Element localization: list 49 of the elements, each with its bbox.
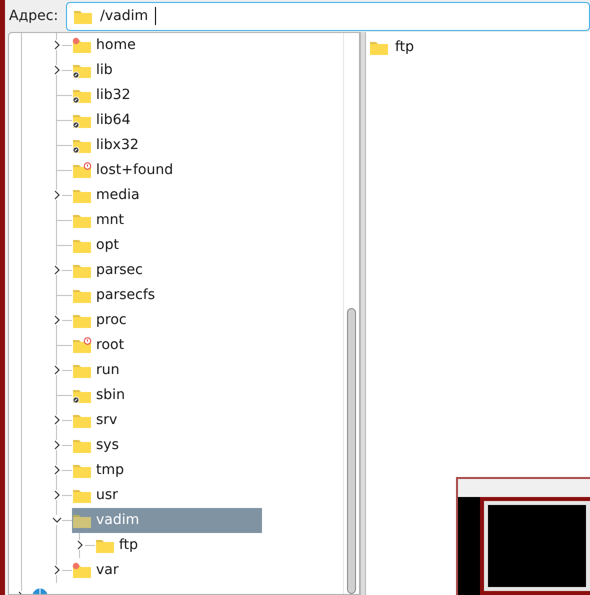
folder-icon	[72, 512, 92, 529]
tree-item[interactable]: lost+found	[72, 158, 182, 183]
tree-item[interactable]: libx32	[72, 133, 147, 158]
folder-icon	[72, 562, 92, 579]
tree-item[interactable]: var	[72, 558, 127, 583]
tree-item[interactable]: srv	[72, 408, 126, 433]
tree-item[interactable]: ftp	[95, 533, 146, 558]
splitter-handle[interactable]	[360, 32, 366, 595]
folder-icon	[72, 87, 92, 104]
tree-item[interactable]: opt	[72, 233, 127, 258]
folder-icon	[72, 162, 92, 179]
folder-icon	[72, 237, 92, 254]
tree-item[interactable]: usr	[72, 483, 126, 508]
address-label: Адрес:	[9, 6, 58, 26]
tree-item[interactable]: mnt	[72, 208, 132, 233]
tree-item[interactable]: home	[72, 33, 144, 58]
folder-icon	[95, 537, 115, 554]
tree-item[interactable]: sbin	[72, 383, 133, 408]
folder-icon	[72, 412, 92, 429]
tree-item[interactable]: run	[72, 358, 128, 383]
tree-item[interactable]: lib64	[72, 108, 138, 133]
folder-icon	[72, 487, 92, 504]
folder-icon	[72, 437, 92, 454]
tree-item[interactable]: sys	[72, 433, 127, 458]
folder-icon	[72, 362, 92, 379]
folder-icon	[72, 387, 92, 404]
folder-icon	[369, 39, 389, 56]
folder-icon	[72, 212, 92, 229]
folder-icon	[72, 312, 92, 329]
file-item[interactable]: ftp	[369, 35, 590, 60]
scrollbar-thumb[interactable]	[347, 308, 356, 594]
tree-item[interactable]: root	[72, 333, 132, 358]
tree-item[interactable]: parsecfs	[72, 283, 164, 308]
tree-item[interactable]: parsec	[72, 258, 151, 283]
folder-icon	[72, 62, 92, 79]
folder-icon	[72, 262, 92, 279]
folder-icon	[72, 112, 92, 129]
folder-icon	[72, 287, 92, 304]
tree-item[interactable]: lib	[72, 58, 121, 83]
folder-icon	[72, 137, 92, 154]
folder-icon	[72, 337, 92, 354]
folder-icon	[72, 462, 92, 479]
tree-item[interactable]: media	[72, 183, 148, 208]
folder-icon	[72, 187, 92, 204]
folder-icon	[72, 37, 92, 54]
tree-item[interactable]: proc	[72, 308, 135, 333]
address-field[interactable]: /vadim	[66, 2, 590, 30]
tree-item[interactable]: lib32	[72, 83, 138, 108]
tree-item[interactable]: tmp	[72, 458, 132, 483]
